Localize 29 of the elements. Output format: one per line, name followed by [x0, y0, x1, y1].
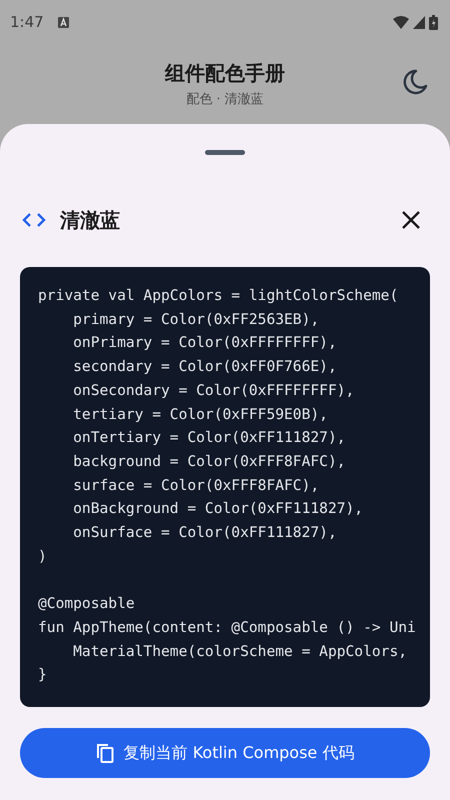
code-line: onPrimary = Color(0xFFFFFFFF),	[72, 333, 337, 354]
code-line: surface = Color(0xFFF8FAFC),	[72, 476, 320, 496]
app-subtitle: 配色 · 清澈蓝	[186, 91, 264, 108]
code-line: tertiary = Color(0xFFF59E0B),	[72, 404, 328, 425]
code-line: background = Color(0xFFF8FAFC),	[72, 452, 346, 472]
code-line: }	[38, 665, 47, 686]
code-line: secondary = Color(0xFF0F766E),	[72, 357, 337, 378]
copy-icon	[96, 743, 114, 763]
code-line: MaterialTheme(colorScheme = AppColors,	[72, 642, 408, 662]
copy-code-button[interactable]: 复制当前 Kotlin Compose 代码	[20, 728, 430, 778]
code-icon	[22, 212, 46, 228]
code-line: onSurface = Color(0xFF111827),	[72, 523, 337, 544]
wifi-icon	[393, 16, 409, 28]
code-line: private val AppColors = lightColorScheme(	[38, 286, 398, 306]
code-line: onTertiary = Color(0xFF111827),	[72, 428, 346, 448]
code-line: primary = Color(0xFF2563EB),	[72, 310, 320, 330]
code-line: )	[38, 546, 47, 567]
moon-icon[interactable]	[402, 69, 428, 95]
status-time: 1:47	[10, 13, 44, 31]
keyboard-icon	[58, 16, 69, 28]
code-line: fun AppTheme(content: @Composable () -> Uni	[38, 618, 416, 638]
sheet-title: 清澈蓝	[60, 206, 120, 234]
drag-handle[interactable]	[205, 150, 245, 155]
signal-icon	[413, 16, 425, 28]
code-line: onSecondary = Color(0xFFFFFFFF),	[72, 380, 354, 401]
app-title: 组件配色手册	[165, 60, 285, 87]
code-line: @Composable	[38, 594, 135, 614]
battery-icon	[429, 14, 438, 30]
code-line: onBackground = Color(0xFF111827),	[72, 499, 364, 520]
